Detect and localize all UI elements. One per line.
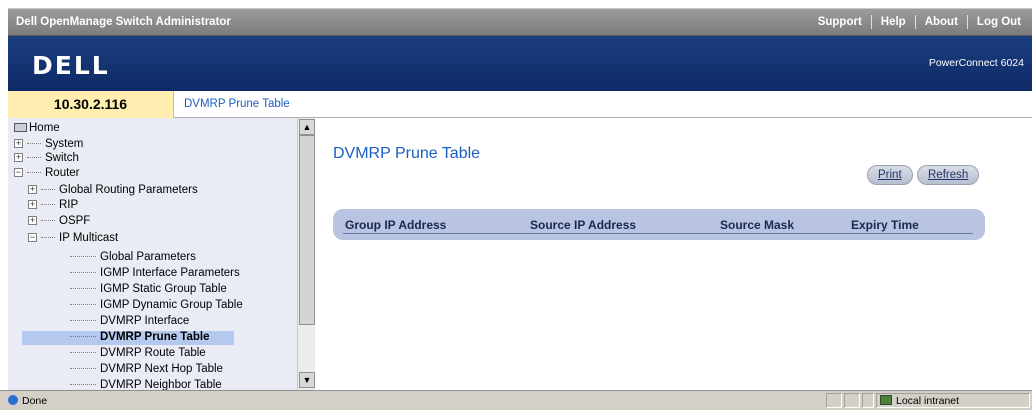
scroll-up-arrow-icon[interactable]: ▲ <box>299 119 315 135</box>
tree-item-ip-multicast[interactable]: − IP Multicast <box>28 232 118 245</box>
expand-icon[interactable]: + <box>28 200 37 210</box>
tree-connector <box>70 352 96 354</box>
expand-icon[interactable]: + <box>14 153 23 163</box>
column-header-source-mask: Source Mask <box>720 218 795 232</box>
tree-item-label: IGMP Static Group Table <box>100 283 227 295</box>
tree-item-label-selected: DVMRP Prune Table <box>100 331 210 343</box>
column-header-expiry-time: Expiry Time <box>851 218 919 232</box>
tree-scrollbar[interactable]: ▲ ▼ <box>297 118 315 390</box>
scroll-thumb[interactable] <box>299 135 315 325</box>
print-button[interactable]: Print <box>867 165 913 185</box>
tree-connector <box>70 368 96 370</box>
tree-item-label: IP Multicast <box>59 232 119 244</box>
tree-connector <box>27 143 41 145</box>
tree-item-ospf[interactable]: + OSPF <box>28 215 90 228</box>
logout-link[interactable]: Log Out <box>968 14 1030 30</box>
tree-item-igmp-interface-parameters[interactable]: IGMP Interface Parameters <box>70 267 240 280</box>
tree-item-dvmrp-route-table[interactable]: DVMRP Route Table <box>70 347 206 360</box>
tree-item-global-parameters[interactable]: Global Parameters <box>70 251 196 264</box>
tree-item-switch[interactable]: + Switch <box>14 152 79 165</box>
address-bar: 10.30.2.116 DVMRP Prune Table <box>8 91 1032 118</box>
tree-item-rip[interactable]: + RIP <box>28 199 78 212</box>
tree-item-label: Global Parameters <box>100 251 196 263</box>
tree-item-label: IGMP Interface Parameters <box>100 267 240 279</box>
main-content: DVMRP Prune Table Print Refresh Group IP… <box>316 118 1032 390</box>
tree-connector <box>41 220 55 222</box>
tree-item-global-routing[interactable]: + Global Routing Parameters <box>28 184 198 197</box>
help-link[interactable]: Help <box>872 14 915 30</box>
ie-page-icon <box>8 395 18 405</box>
app-titlebar: Dell OpenManage Switch Administrator Sup… <box>8 8 1032 36</box>
tree-item-dvmrp-next-hop-table[interactable]: DVMRP Next Hop Table <box>70 363 223 376</box>
breadcrumb: DVMRP Prune Table <box>184 98 290 110</box>
tree-item-dvmrp-prune-table[interactable]: DVMRP Prune Table <box>70 331 210 344</box>
tree-connector <box>70 288 96 290</box>
support-link[interactable]: Support <box>809 14 871 30</box>
tree-item-label: DVMRP Route Table <box>100 347 206 359</box>
tree-connector <box>41 237 55 239</box>
tree-item-label: Router <box>45 167 80 179</box>
tree-connector <box>41 189 55 191</box>
tree-item-system[interactable]: + System <box>14 138 83 151</box>
intranet-zone-icon <box>880 395 892 405</box>
column-header-group-ip: Group IP Address <box>345 218 447 232</box>
computer-icon <box>14 123 27 133</box>
status-panel <box>862 393 874 408</box>
tree-item-label: DVMRP Interface <box>100 315 190 327</box>
tree-item-label: Switch <box>45 152 79 164</box>
tree-connector <box>70 384 96 386</box>
tree-connector <box>70 272 96 274</box>
tree-item-router[interactable]: − Router <box>14 167 80 180</box>
top-links: Support Help About Log Out <box>809 14 1030 30</box>
collapse-icon[interactable]: − <box>28 233 37 243</box>
tree-item-igmp-dynamic-group-table[interactable]: IGMP Dynamic Group Table <box>70 299 243 312</box>
navigation-tree: Home + System + Switch − Router + Global Rou… <box>8 118 315 390</box>
product-name: PowerConnect 6024 <box>928 57 1024 69</box>
header-divider <box>343 233 973 234</box>
zone-label: Local intranet <box>896 395 960 407</box>
tree-connector <box>70 320 96 322</box>
page-title: DVMRP Prune Table <box>333 145 481 162</box>
column-header-source-ip: Source IP Address <box>530 218 637 232</box>
tree-item-label: DVMRP Neighbor Table <box>100 379 222 390</box>
tree-item-label: Home <box>29 122 60 134</box>
status-label: Done <box>22 395 48 407</box>
status-panel <box>826 393 842 408</box>
brand-bar: DELL PowerConnect 6024 <box>8 36 1032 91</box>
status-text: Done <box>8 395 47 407</box>
tree-connector <box>70 304 96 306</box>
table-header: Group IP Address Source IP Address Sourc… <box>333 209 985 240</box>
expand-icon[interactable]: + <box>28 185 37 195</box>
dell-logo: DELL <box>32 51 110 80</box>
expand-icon[interactable]: + <box>14 139 23 149</box>
tree-item-igmp-static-group-table[interactable]: IGMP Static Group Table <box>70 283 227 296</box>
scroll-down-arrow-icon[interactable]: ▼ <box>299 372 315 388</box>
about-link[interactable]: About <box>916 14 967 30</box>
collapse-icon[interactable]: − <box>14 168 23 178</box>
refresh-button[interactable]: Refresh <box>917 165 980 185</box>
tree-item-dvmrp-interface[interactable]: DVMRP Interface <box>70 315 189 328</box>
tree-connector <box>70 256 96 258</box>
tree-item-label: OSPF <box>59 215 91 227</box>
tree-connector <box>27 157 41 159</box>
expand-icon[interactable]: + <box>28 216 37 226</box>
tree-connector <box>41 204 55 206</box>
tree-item-label: IGMP Dynamic Group Table <box>100 299 243 311</box>
status-panel <box>844 393 860 408</box>
tree-item-label: Global Routing Parameters <box>59 184 198 196</box>
tree-item-home[interactable]: Home <box>14 122 60 135</box>
tree-item-dvmrp-neighbor-table[interactable]: DVMRP Neighbor Table <box>70 379 222 390</box>
tree-connector <box>70 336 96 338</box>
tree-item-label: RIP <box>59 199 79 211</box>
tree-connector <box>27 172 41 174</box>
tree-item-label: DVMRP Next Hop Table <box>100 363 223 375</box>
device-ip: 10.30.2.116 <box>8 91 174 118</box>
tree-item-label: System <box>45 138 84 150</box>
security-zone: Local intranet <box>880 395 959 407</box>
app-title: Dell OpenManage Switch Administrator <box>16 16 231 28</box>
status-bar: Done Local intranet <box>0 390 1032 410</box>
